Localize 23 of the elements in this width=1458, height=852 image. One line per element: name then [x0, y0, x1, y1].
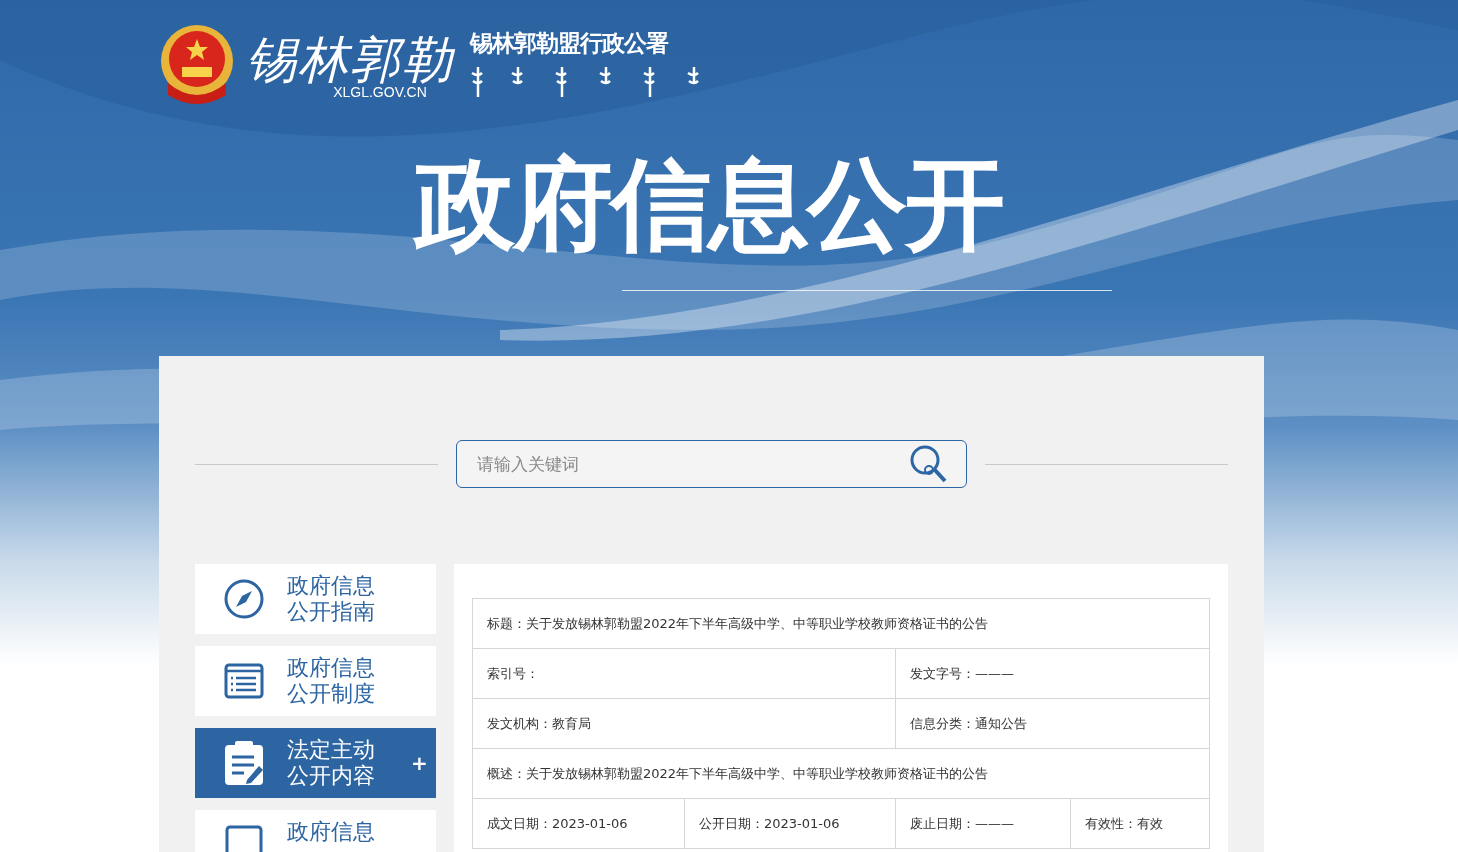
search-field[interactable]: 请输入关键词 [456, 440, 967, 488]
domain-text: XLGL.GOV.CN [333, 84, 427, 100]
banner-title: 政府信息公开 [415, 150, 1003, 260]
table-cell: 发文机构：教育局 [473, 699, 896, 749]
expand-toggle[interactable]: + [411, 751, 428, 775]
organization-name: 锡林郭勒盟行政公署 [470, 28, 670, 58]
table-cell: 标题：关于发放锡林郭勒盟2022年下半年高级中学、中等职业学校教师资格证书的公告 [473, 599, 1210, 649]
table-cell: 概述：关于发放锡林郭勒盟2022年下半年高级中学、中等职业学校教师资格证书的公告 [473, 749, 1210, 799]
sidebar-item[interactable]: 法定主动 公开内容 + [195, 728, 436, 798]
table-cell: 废止日期：——— [896, 799, 1071, 849]
sidebar-item[interactable]: 政府信息 公开指南 [195, 564, 436, 634]
sidebar-item[interactable]: 政府信息 [195, 810, 436, 852]
table-cell: 有效性：有效 [1071, 799, 1210, 849]
table-cell: 发文字号：——— [896, 649, 1210, 699]
table-cell: 索引号： [473, 649, 896, 699]
national-emblem-icon [158, 23, 236, 105]
table-cell: 公开日期：2023-01-06 [685, 799, 896, 849]
compass-icon [223, 578, 265, 620]
clipboard-icon [223, 740, 265, 786]
search-icon[interactable] [909, 444, 949, 484]
table-cell: 信息分类：通知公告 [896, 699, 1210, 749]
sidebar-item[interactable]: 政府信息 公开制度 [195, 646, 436, 716]
table-cell: 成文日期：2023-01-06 [473, 799, 685, 849]
